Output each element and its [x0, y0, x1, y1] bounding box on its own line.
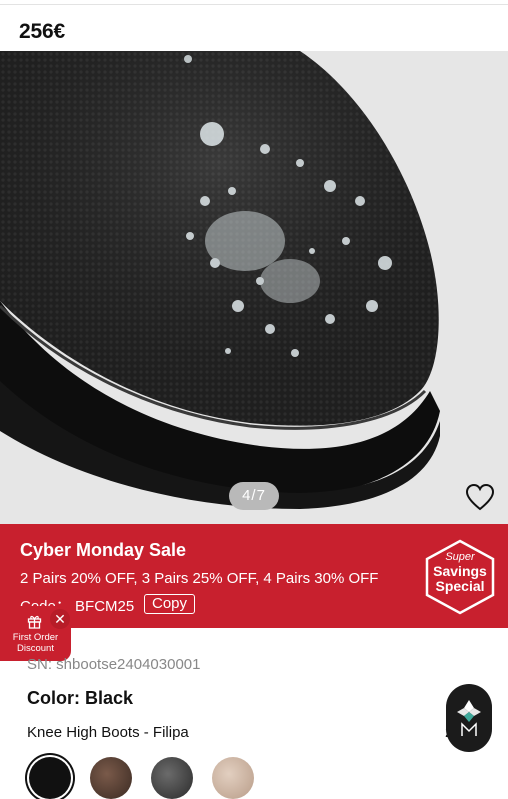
color-swatch-black[interactable] — [29, 757, 71, 799]
copy-code-button[interactable]: Copy — [144, 594, 196, 614]
price-bar: 256€ — [0, 6, 508, 50]
promo-offer: 2 Pairs 20% OFF, 3 Pairs 25% OFF, 4 Pair… — [20, 570, 379, 587]
floating-logo-button[interactable] — [446, 684, 492, 752]
image-counter: 4/7 — [229, 482, 279, 510]
color-swatch-brown[interactable] — [90, 757, 132, 799]
gift-icon — [27, 615, 42, 629]
product-price: 256€ — [19, 20, 65, 43]
product-image-gallery[interactable] — [0, 51, 508, 524]
promo-title: Cyber Monday Sale — [20, 540, 187, 560]
badge-line-2: Savings — [433, 563, 487, 579]
top-divider — [0, 4, 508, 5]
product-sn: SN: shbootse2404030001 — [27, 656, 201, 673]
close-icon[interactable]: ✕ — [50, 609, 70, 629]
selected-color: Color: Black — [27, 688, 134, 708]
color-swatch-beige[interactable] — [212, 757, 254, 799]
first-order-line-2: Discount — [17, 643, 54, 654]
product-image — [0, 51, 440, 509]
first-order-label: First Order Discount — [0, 632, 71, 654]
product-name: Knee High Boots - Filipa — [27, 724, 189, 741]
promo-banner: Cyber Monday Sale 2 Pairs 20% OFF, 3 Pai… — [0, 524, 508, 628]
color-swatch-grey[interactable] — [151, 757, 193, 799]
savings-badge-text: Super Savings Special — [424, 551, 496, 594]
first-order-line-1: First Order — [12, 632, 59, 643]
badge-line-3: Special — [435, 578, 485, 594]
favorite-heart-icon[interactable] — [464, 482, 496, 512]
brand-logo-icon — [457, 700, 481, 736]
